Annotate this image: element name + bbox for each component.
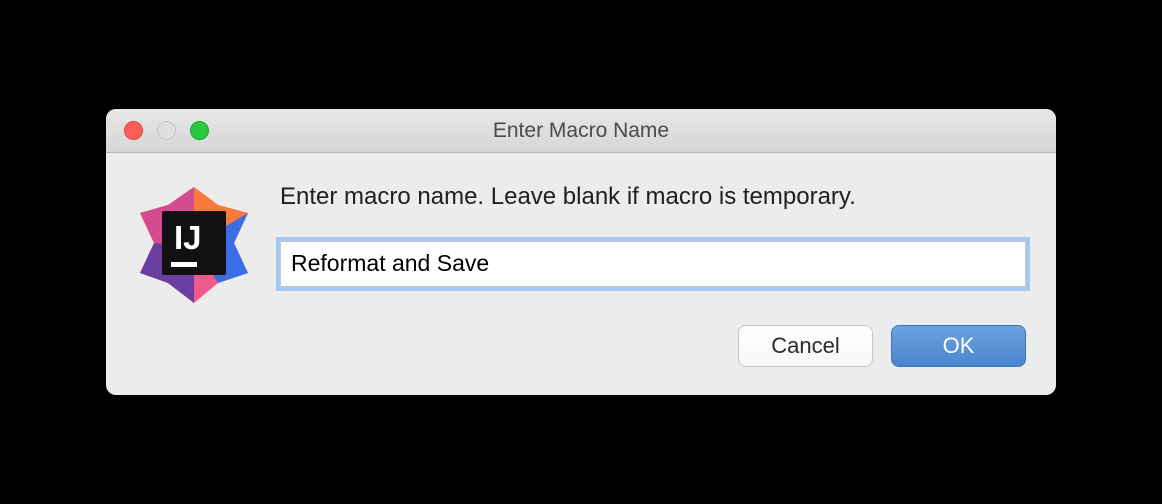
macro-name-input[interactable] (280, 241, 1026, 287)
zoom-window-button[interactable] (190, 121, 209, 140)
dialog-buttons: Cancel OK (280, 325, 1026, 367)
intellij-idea-icon: IJ (134, 185, 254, 305)
minimize-window-button (157, 121, 176, 140)
dialog-titlebar: Enter Macro Name (106, 109, 1056, 153)
dialog-title: Enter Macro Name (106, 119, 1056, 143)
svg-text:IJ: IJ (174, 219, 202, 256)
close-window-button[interactable] (124, 121, 143, 140)
dialog-form: Enter macro name. Leave blank if macro i… (280, 181, 1026, 366)
dialog-prompt: Enter macro name. Leave blank if macro i… (280, 181, 1026, 212)
ok-button[interactable]: OK (891, 325, 1026, 367)
cancel-button[interactable]: Cancel (738, 325, 873, 367)
traffic-lights (106, 121, 209, 140)
dialog-icon-area: IJ (134, 181, 254, 366)
macro-name-dialog: Enter Macro Name IJ (106, 109, 1056, 394)
dialog-content: IJ Enter macro name. Leave blank if macr… (106, 153, 1056, 394)
